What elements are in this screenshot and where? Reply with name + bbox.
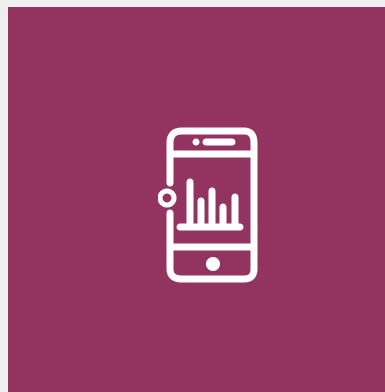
page [0,0,385,392]
smartphone-bar-chart-icon [158,127,262,285]
icon-tile [8,7,385,392]
